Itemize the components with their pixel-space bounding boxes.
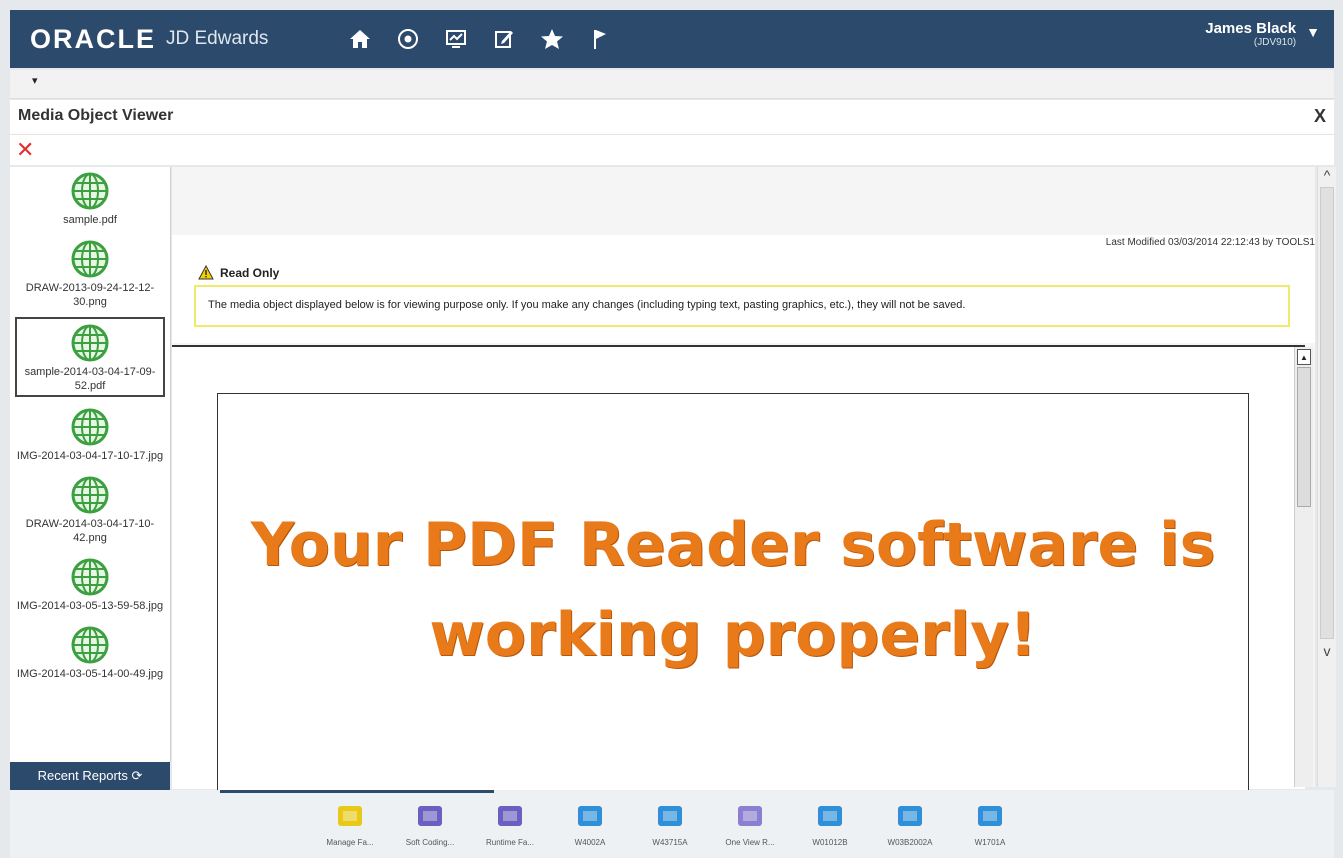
pdf-message: Your PDF Reader software is working prop… — [218, 500, 1248, 680]
people-icon — [813, 798, 847, 832]
taskbar-item[interactable]: W4002A — [550, 798, 630, 847]
folder-icon — [493, 798, 527, 832]
attachment-item[interactable]: DRAW-2013-09-24-12-12-30.png — [15, 235, 165, 311]
factory-icon — [653, 798, 687, 832]
taskbar-item[interactable]: W43715A — [630, 798, 710, 847]
scroll-up-icon[interactable]: ▲ — [1297, 349, 1311, 365]
recent-reports-button[interactable]: Recent Reports ⟳ — [10, 762, 170, 790]
pdf-viewer[interactable]: Your PDF Reader software is working prop… — [172, 345, 1305, 795]
attachment-name: DRAW-2013-09-24-12-12-30.png — [25, 282, 155, 308]
content-header: Last Modified 03/03/2014 22:12:43 by TOO… — [172, 235, 1315, 343]
taskbar-item-label: Manage Fa... — [326, 838, 374, 847]
dashboard-icon[interactable] — [432, 15, 480, 63]
taskbar-item-label: W1701A — [974, 838, 1006, 847]
page-title: Media Object Viewer — [18, 107, 174, 124]
taskbar-items: Manage Fa... Soft Coding... Runtime Fa... W… — [310, 798, 1030, 847]
attachment-item[interactable]: IMG-2014-03-05-14-00-49.jpg — [15, 621, 165, 683]
taskbar-item[interactable]: One View R... — [710, 798, 790, 847]
globe-icon — [71, 408, 109, 446]
attachment-name: IMG-2014-03-05-13-59-58.jpg — [16, 600, 164, 612]
folder-report-icon — [733, 798, 767, 832]
product-name: JD Edwards — [166, 28, 269, 49]
scroll-down-icon[interactable]: v — [1318, 643, 1336, 659]
window-title-bar: Media Object Viewer X — [10, 100, 1334, 135]
chevron-down-icon[interactable]: ▾ — [32, 74, 38, 87]
attachment-item[interactable]: IMG-2014-03-05-13-59-58.jpg — [15, 553, 165, 615]
attachment-item[interactable]: sample-2014-03-04-17-09-52.pdf — [15, 317, 165, 397]
read-only-text: Read Only — [220, 265, 280, 280]
taskbar-item-label: Soft Coding... — [405, 838, 455, 847]
scrollbar-thumb[interactable] — [1320, 187, 1334, 639]
calculator-icon — [893, 798, 927, 832]
chevron-down-icon[interactable]: ▼ — [1306, 24, 1320, 40]
attachment-item[interactable]: IMG-2014-03-04-17-10-17.jpg — [15, 403, 165, 465]
taskbar-indicator — [220, 790, 494, 793]
pdf-message-line-2: working properly! — [429, 600, 1037, 670]
recent-icon[interactable] — [384, 15, 432, 63]
pdf-message-line-1: Your PDF Reader software is — [250, 510, 1216, 580]
close-button[interactable]: X — [1314, 106, 1326, 127]
attachment-item[interactable]: sample.pdf — [15, 167, 165, 229]
read-only-label: Read Only — [198, 265, 279, 280]
globe-icon — [71, 626, 109, 664]
sub-toolbar: ▾ — [10, 70, 1334, 99]
top-navigation-bar: ORACLE JD Edwards James Black (JDV910) ▼ — [10, 10, 1334, 68]
flag-icon[interactable] — [576, 15, 624, 63]
taskbar-item[interactable]: W1701A — [950, 798, 1030, 847]
attachment-name: IMG-2014-03-04-17-10-17.jpg — [16, 450, 164, 462]
taskbar-item-label: One View R... — [725, 838, 775, 847]
taskbar: Manage Fa... Soft Coding... Runtime Fa... W… — [10, 790, 1334, 858]
last-modified-text: Last Modified 03/03/2014 22:12:43 by TOO… — [1105, 237, 1315, 248]
star-search-icon — [333, 798, 367, 832]
taskbar-item[interactable]: W01012B — [790, 798, 870, 847]
attachment-name: sample.pdf — [63, 214, 117, 226]
attachment-name: IMG-2014-03-05-14-00-49.jpg — [16, 668, 164, 680]
delete-button[interactable]: ✕ — [16, 137, 34, 163]
read-only-message: The media object displayed below is for … — [194, 285, 1290, 327]
taskbar-item-label: W01012B — [812, 838, 848, 847]
edit-icon[interactable] — [480, 15, 528, 63]
oracle-logo: ORACLE — [30, 23, 156, 54]
home-icon[interactable] — [336, 15, 384, 63]
taskbar-item-label: W03B2002A — [887, 838, 933, 847]
attachment-item[interactable]: DRAW-2014-03-04-17-10-42.png — [15, 471, 165, 547]
warning-icon — [198, 265, 214, 280]
globe-icon — [71, 558, 109, 596]
taskbar-item-label: W43715A — [652, 838, 688, 847]
user-name: James Black — [1205, 20, 1297, 37]
user-id: (JDV910) — [1253, 37, 1297, 48]
user-gear-icon — [973, 798, 1007, 832]
pdf-scrollbar[interactable]: ▲ — [1294, 347, 1313, 787]
globe-icon — [71, 476, 109, 514]
media-object-content: Last Modified 03/03/2014 22:12:43 by TOO… — [172, 167, 1315, 795]
globe-icon — [71, 324, 109, 362]
taskbar-item[interactable]: Manage Fa... — [310, 798, 390, 847]
globe-icon — [71, 240, 109, 278]
folder-icon — [413, 798, 447, 832]
taskbar-item[interactable]: Soft Coding... — [390, 798, 470, 847]
user-menu[interactable]: James Black (JDV910) ▼ — [1205, 20, 1320, 48]
taskbar-item-label: Runtime Fa... — [485, 838, 534, 847]
cycle-icon — [573, 798, 607, 832]
attachment-name: DRAW-2014-03-04-17-10-42.png — [25, 518, 155, 544]
attachment-list: sample.pdf DRAW-2013-09-24-12-12-30.png sa… — [10, 167, 171, 762]
attachment-name: sample-2014-03-04-17-09-52.pdf — [24, 366, 156, 392]
pdf-page: Your PDF Reader software is working prop… — [217, 393, 1249, 795]
taskbar-item[interactable]: W03B2002A — [870, 798, 950, 847]
nav-icon-group — [336, 15, 624, 63]
scrollbar-thumb[interactable] — [1297, 367, 1311, 507]
scroll-up-icon[interactable]: ^ — [1318, 167, 1336, 183]
page-scrollbar[interactable]: ^ v — [1317, 167, 1336, 787]
taskbar-item[interactable]: Runtime Fa... — [470, 798, 550, 847]
favorites-icon[interactable] — [528, 15, 576, 63]
globe-icon — [71, 172, 109, 210]
viewer-toolbar: ✕ — [10, 135, 1334, 165]
taskbar-item-label: W4002A — [574, 838, 606, 847]
